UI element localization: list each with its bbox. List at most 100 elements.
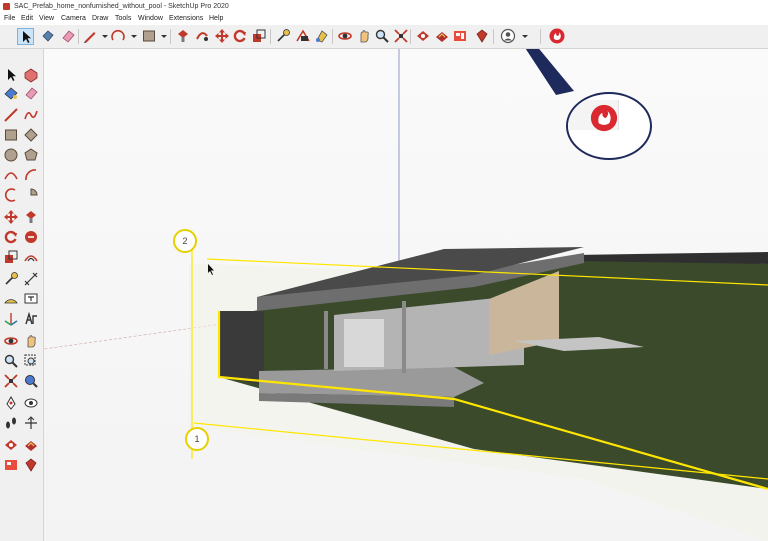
dropdown-icon[interactable]: [156, 28, 167, 44]
3d-text-icon[interactable]: [23, 311, 39, 327]
menu-edit[interactable]: Edit: [21, 13, 33, 25]
text-icon[interactable]: [23, 291, 39, 307]
scale-icon[interactable]: [3, 249, 19, 265]
pencil-icon[interactable]: [82, 28, 98, 44]
menu-draw[interactable]: Draw: [92, 13, 108, 25]
toolbar-separator: [332, 29, 333, 44]
layout-icon[interactable]: [452, 28, 468, 44]
window-title: SAC_Prefab_home_nonfurnished_without_poo…: [14, 3, 229, 10]
move-icon[interactable]: [214, 28, 230, 44]
terrain-cut-face: [219, 311, 264, 385]
menu-window[interactable]: Window: [138, 13, 163, 25]
paint-bucket-icon[interactable]: [60, 28, 76, 44]
orbit-icon[interactable]: [3, 333, 19, 349]
zoom-callout: [566, 92, 652, 160]
zoom-window-icon[interactable]: [23, 353, 39, 369]
three-point-arc-icon[interactable]: [3, 187, 19, 203]
house-window: [344, 319, 384, 367]
toolbar-separator: [410, 29, 411, 44]
dropdown-icon[interactable]: [517, 28, 528, 44]
arc-icon[interactable]: [110, 28, 126, 44]
main-toolbar: [0, 25, 768, 49]
menu-camera[interactable]: Camera: [61, 13, 86, 25]
paint-icon[interactable]: [313, 28, 329, 44]
push-pull-icon[interactable]: [175, 28, 191, 44]
arc-icon[interactable]: [3, 167, 19, 183]
zoom-icon[interactable]: [3, 353, 19, 369]
rectangle-icon[interactable]: [141, 28, 157, 44]
layout-icon[interactable]: [3, 457, 19, 473]
circle-icon[interactable]: [3, 147, 19, 163]
sketchup-logo-icon: [3, 3, 10, 10]
scale-icon[interactable]: [251, 28, 267, 44]
left-toolbar: [0, 49, 44, 541]
axes-icon[interactable]: [3, 311, 19, 327]
dimension-icon[interactable]: [23, 271, 39, 287]
callout-pointer: [525, 49, 574, 95]
zoom-icon[interactable]: [374, 28, 390, 44]
tape-measure-icon[interactable]: [3, 271, 19, 287]
menu-extensions[interactable]: Extensions: [169, 13, 203, 25]
paint-bucket-icon[interactable]: [3, 85, 19, 101]
menu-view[interactable]: View: [39, 13, 54, 25]
orbit-icon[interactable]: [337, 28, 353, 44]
zoom-extents-icon[interactable]: [3, 373, 19, 389]
move-icon[interactable]: [3, 209, 19, 225]
select-icon[interactable]: [17, 28, 34, 45]
select-icon[interactable]: [3, 67, 19, 83]
line-icon[interactable]: [3, 107, 19, 123]
extension-plugin-icon[interactable]: [549, 28, 565, 44]
zoom-extents-icon[interactable]: [393, 28, 409, 44]
extension-warehouse-icon[interactable]: [434, 28, 450, 44]
eraser-icon[interactable]: [40, 28, 56, 44]
pan-icon[interactable]: [356, 28, 372, 44]
pie-icon[interactable]: [23, 187, 39, 203]
warehouse-icon[interactable]: [3, 437, 19, 453]
menu-tools[interactable]: Tools: [115, 13, 131, 25]
column: [402, 301, 406, 373]
menu-file[interactable]: File: [4, 13, 15, 25]
push-pull-icon[interactable]: [23, 209, 39, 225]
profile-icon[interactable]: [500, 28, 516, 44]
ruby-icon[interactable]: [474, 28, 490, 44]
title-bar: SAC_Prefab_home_nonfurnished_without_poo…: [0, 0, 768, 13]
ruby-icon[interactable]: [23, 457, 39, 473]
section-marker-1[interactable]: 1: [185, 427, 209, 451]
rotate-icon[interactable]: [3, 229, 19, 245]
toolbar-separator: [493, 29, 494, 44]
menu-help[interactable]: Help: [209, 13, 223, 25]
rotated-rectangle-icon[interactable]: [23, 127, 39, 143]
warehouse-icon[interactable]: [415, 28, 431, 44]
follow-me-icon[interactable]: [194, 28, 210, 44]
position-camera-icon[interactable]: [3, 395, 19, 411]
freehand-icon[interactable]: [23, 107, 39, 123]
eraser-icon[interactable]: [23, 85, 39, 101]
follow-me-icon[interactable]: [23, 229, 39, 245]
look-around-icon[interactable]: [23, 395, 39, 411]
extension-warehouse-icon[interactable]: [23, 437, 39, 453]
two-point-arc-icon[interactable]: [23, 167, 39, 183]
protractor-icon[interactable]: [3, 291, 19, 307]
offset-icon[interactable]: [23, 249, 39, 265]
dropdown-icon[interactable]: [97, 28, 108, 44]
section-marker-2[interactable]: 2: [173, 229, 197, 253]
menu-bar: File Edit View Camera Draw Tools Window …: [0, 13, 768, 25]
svg-text:2: 2: [182, 236, 187, 246]
tape-measure-icon[interactable]: [275, 28, 291, 44]
rectangle-icon[interactable]: [3, 127, 19, 143]
walk-icon[interactable]: [3, 415, 19, 431]
dropdown-icon[interactable]: [126, 28, 137, 44]
search-icon[interactable]: [23, 373, 39, 389]
toolbar-separator: [270, 29, 271, 44]
column: [324, 311, 328, 369]
model-scene: 2 1: [44, 49, 768, 541]
polygon-icon[interactable]: [23, 147, 39, 163]
section-plane-icon[interactable]: [23, 415, 39, 431]
text-icon[interactable]: [295, 28, 311, 44]
pan-icon[interactable]: [23, 333, 39, 349]
make-component-icon[interactable]: [23, 67, 39, 83]
extension-plugin-icon: [590, 104, 618, 132]
3d-viewport[interactable]: 2 1: [44, 49, 768, 541]
rotate-icon[interactable]: [232, 28, 248, 44]
toolbar-separator: [170, 29, 171, 44]
